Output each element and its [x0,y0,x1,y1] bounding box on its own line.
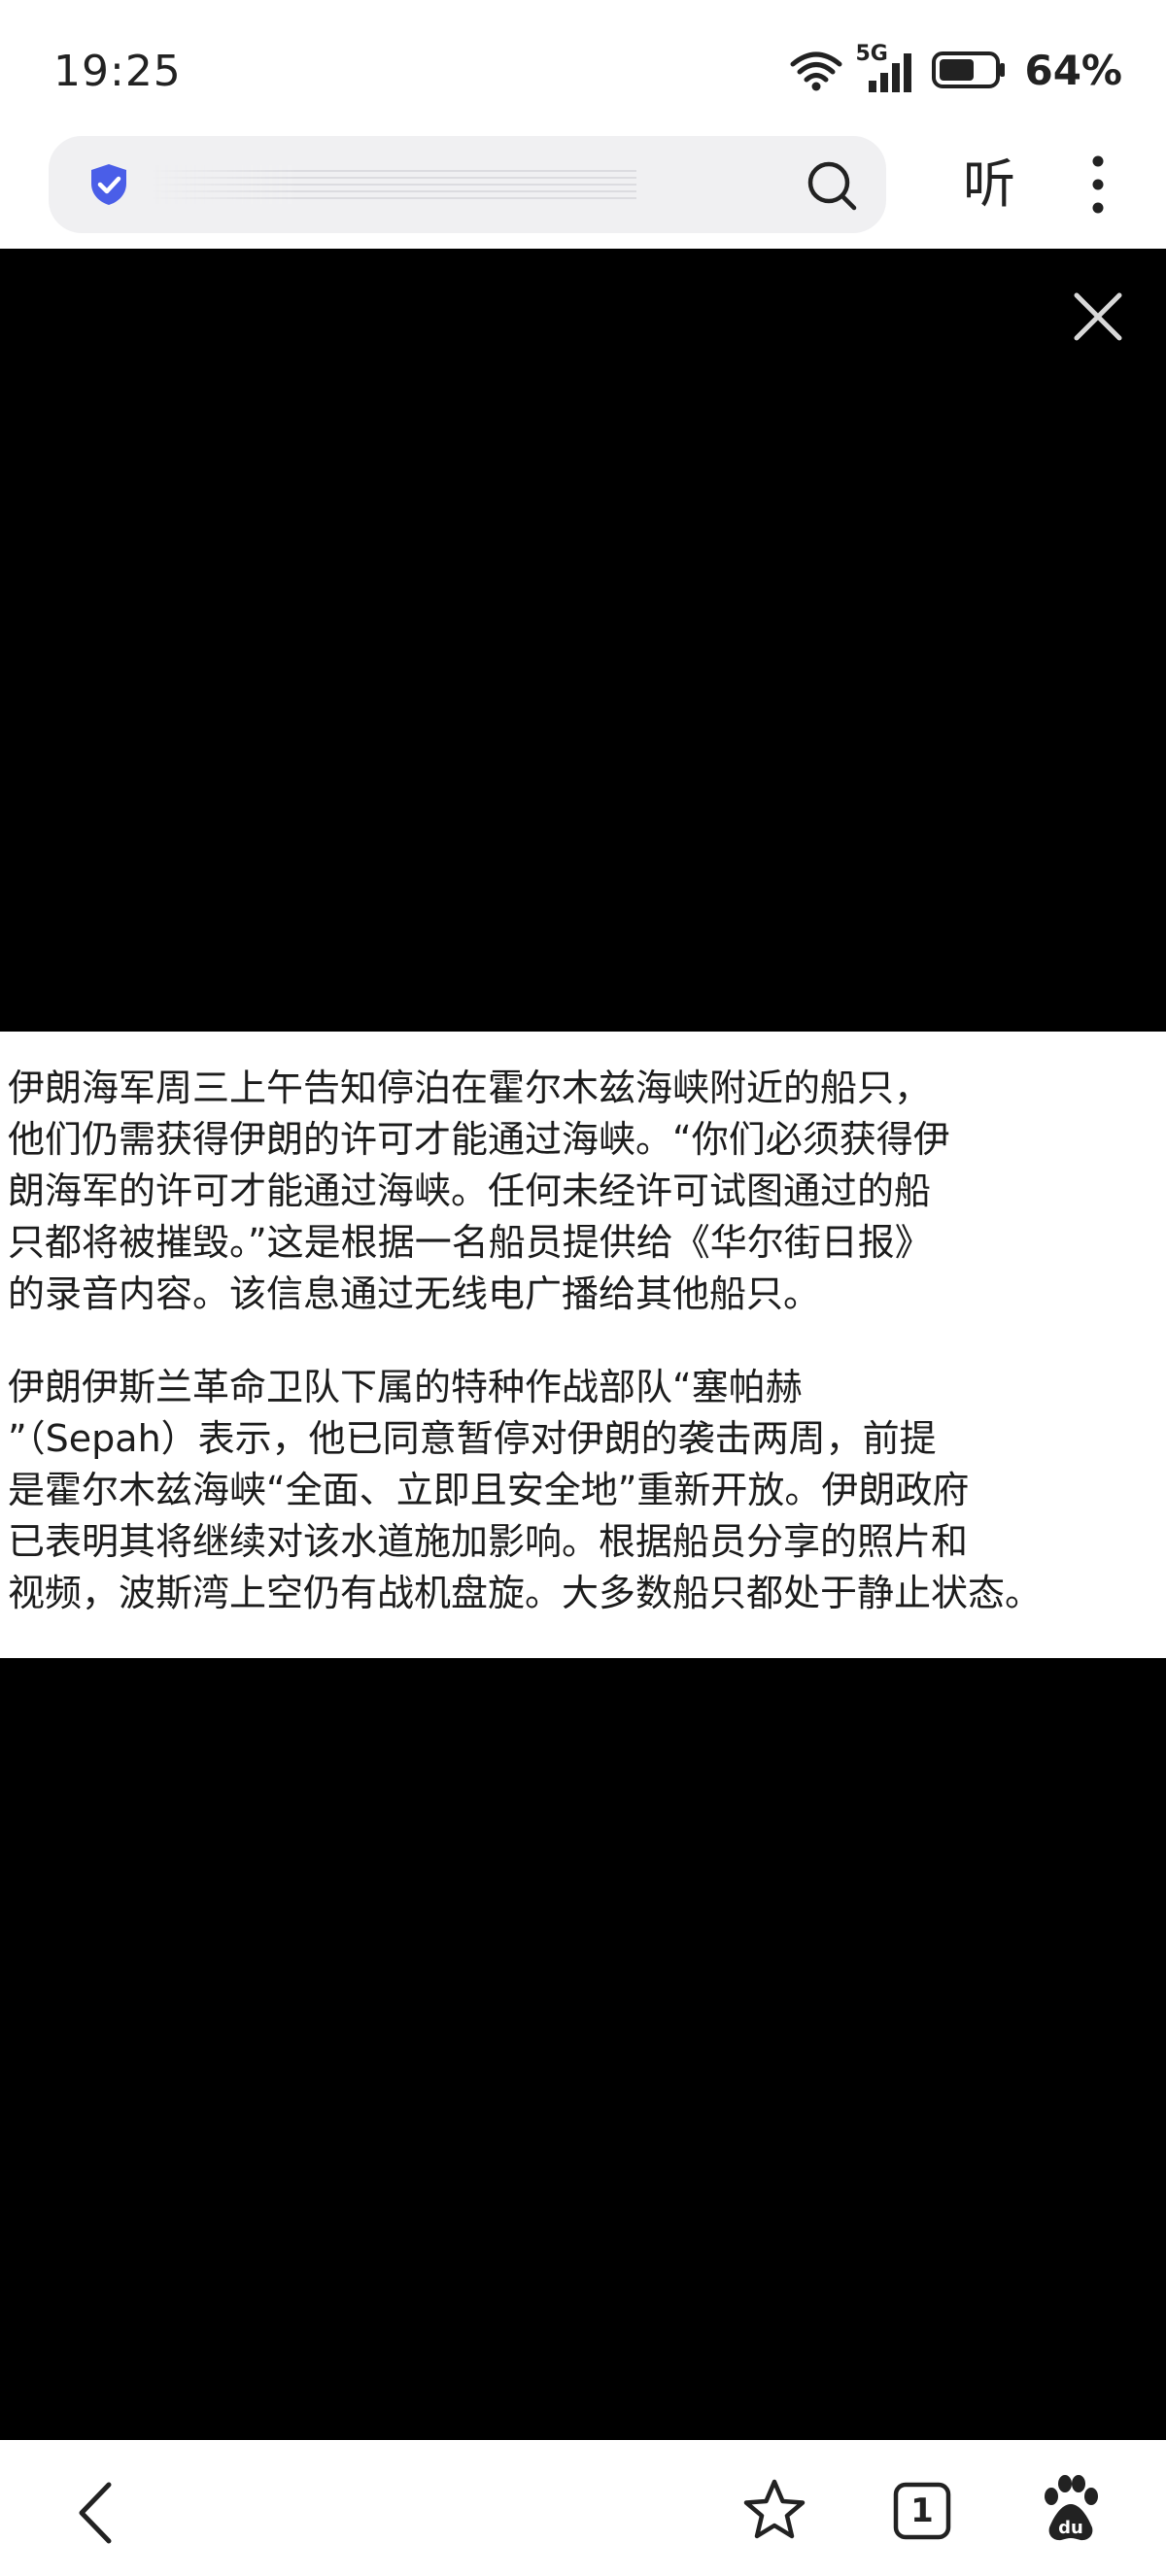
article-paragraph: 伊朗伊斯兰革命卫队下属的特种作战部队“塞帕赫 ”（Sepah）表示，他已同意暂停… [0,1362,1158,1619]
article-paragraph: 伊朗海军周三上午告知停泊在霍尔木兹海峡附近的船只， 他们仍需获得伊朗的许可才能通… [0,1063,1158,1320]
cellular-indicator: 5G [855,42,919,94]
star-icon[interactable] [740,2477,808,2545]
paragraph-line: 他们仍需获得伊朗的许可才能通过海峡。“你们必须获得伊 [8,1118,950,1161]
media-panel-top [0,249,1166,1032]
tab-count: 1 [910,2491,934,2530]
battery-percent: 64% [1024,46,1122,94]
bottom-navigation: 1 du [0,2440,1166,2576]
status-time: 19:25 [53,47,182,96]
baidu-paw-icon[interactable]: du [1040,2475,1102,2545]
signal-icon [869,53,912,92]
wifi-icon [790,51,842,91]
paragraph-line: 伊朗伊斯兰革命卫队下属的特种作战部队“塞帕赫 [8,1366,803,1408]
article-body: 伊朗海军周三上午告知停泊在霍尔木兹海峡附近的船只， 他们仍需获得伊朗的许可才能通… [0,1032,1166,1658]
listen-button[interactable]: 听 [950,146,1028,223]
shield-check-icon[interactable] [86,161,132,208]
paragraph-line: ”（Sepah）表示，他已同意暂停对伊朗的袭击两周，前提 [8,1417,937,1460]
search-icon[interactable] [805,158,859,213]
status-indicators: 5G 64% [789,41,1122,99]
paragraph-line: 伊朗海军周三上午告知停泊在霍尔木兹海峡附近的船只， [8,1067,932,1109]
media-panel-bottom [0,1658,1166,2440]
paragraph-line: 是霍尔木兹海峡“全面、立即且安全地”重新开放。伊朗政府 [8,1469,970,1511]
status-bar: 19:25 5G 64% [0,0,1166,136]
paragraph-line: 视频，波斯湾上空仍有战机盘旋。大多数船只都处于静止状态。 [8,1572,1043,1614]
paragraph-line: 已表明其将继续对该水道施加影响。根据船员分享的照片和 [8,1520,969,1563]
svg-text:du: du [1058,2518,1083,2538]
battery-icon [932,51,1006,88]
url-text-redacted[interactable] [151,165,636,204]
more-vertical-icon[interactable] [1069,153,1127,216]
paragraph-line: 的录音内容。该信息通过无线电广播给其他船只。 [8,1272,821,1315]
paragraph-line: 朗海军的许可才能通过海峡。任何未经许可试图通过的船 [8,1169,932,1212]
paragraph-line: 只都将被摧毁。”这是根据一名船员提供给《华尔街日报》 [8,1221,932,1264]
address-bar[interactable] [49,136,886,233]
back-arrow-icon[interactable] [68,2479,126,2547]
close-icon[interactable] [1071,289,1125,344]
tabs-button[interactable]: 1 [892,2481,952,2541]
